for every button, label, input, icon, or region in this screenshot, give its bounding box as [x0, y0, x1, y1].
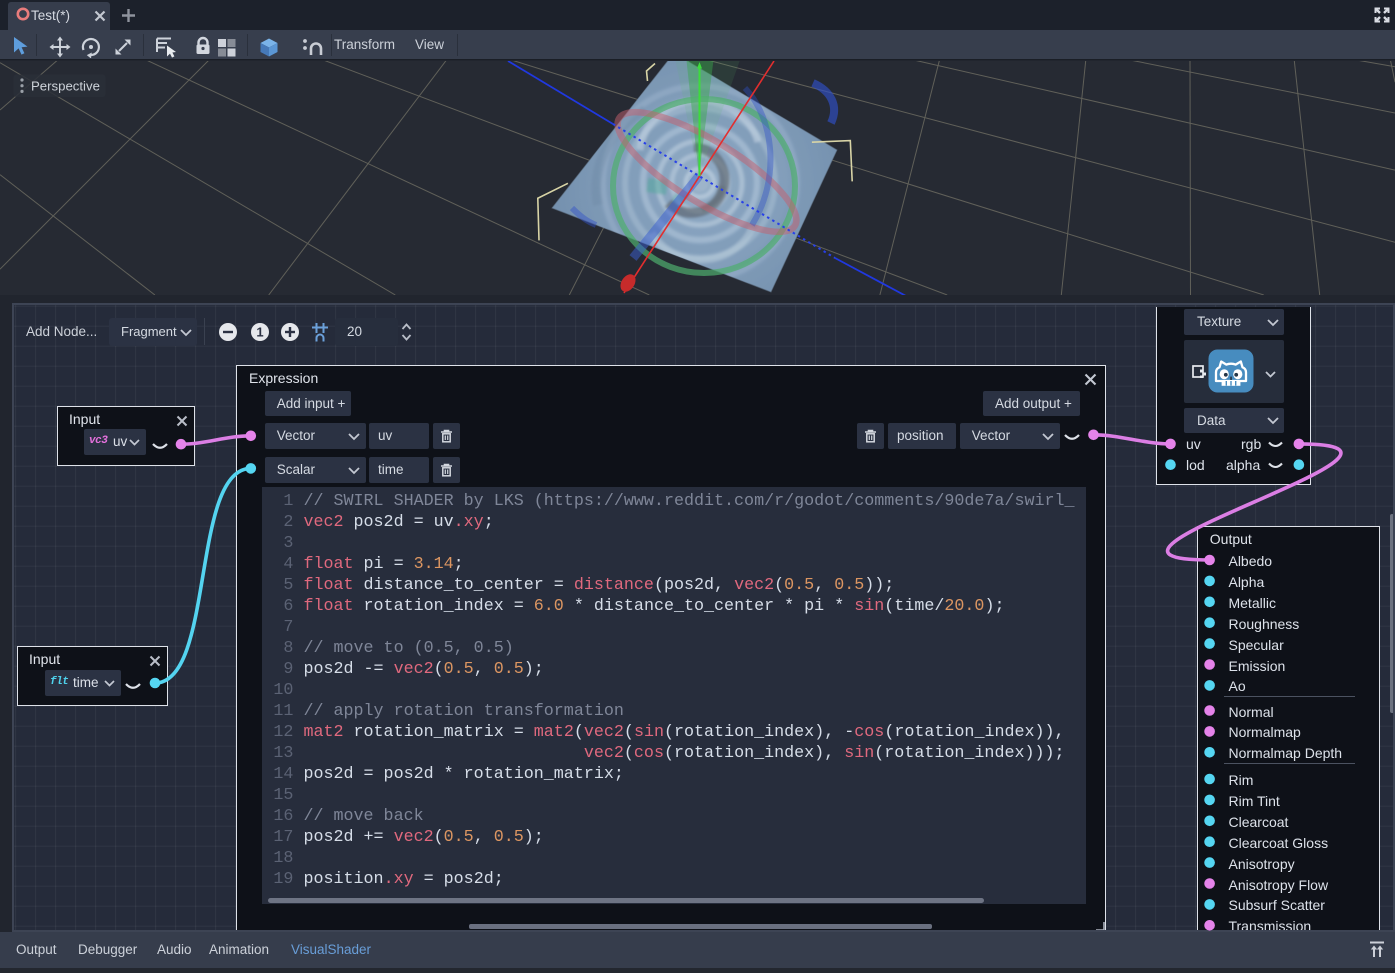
- svg-text:Perspective: Perspective: [31, 79, 100, 94]
- svg-text:1: 1: [256, 325, 263, 340]
